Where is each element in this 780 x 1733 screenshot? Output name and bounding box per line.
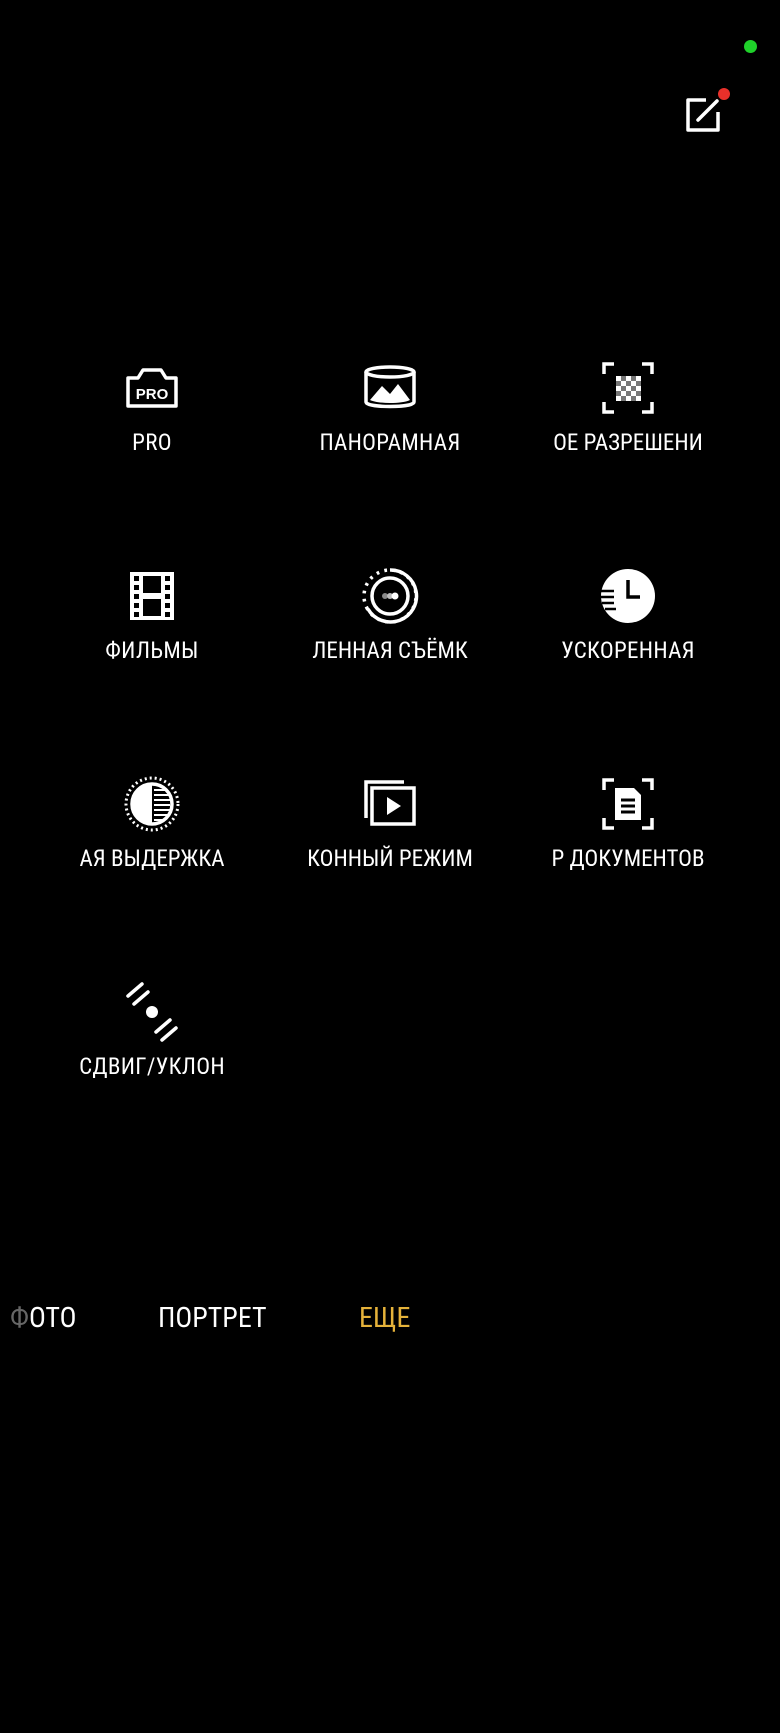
mode-label-clip: КОННЫЙ РЕЖИМ [297,845,483,877]
long-exposure-icon [120,772,184,836]
svg-text:PRO: PRO [136,386,169,403]
tab-photo-label: ОТО [28,1301,77,1334]
tilt-shift-icon [120,980,184,1044]
panorama-icon [358,356,422,420]
mode-cinematic[interactable]: КОННЫЙ РЕЖИМ [260,772,520,912]
edit-modes-button[interactable] [680,88,730,138]
tab-portrait[interactable]: ПОРТРЕТ [158,1301,267,1334]
mode-document-scan[interactable]: Р ДОКУМЕНТОВ [498,772,758,912]
mode-label-clip: ЛЕННАЯ СЪЁМК [297,637,483,669]
mode-label: ОЕ РАЗРЕШЕНИ [553,429,703,456]
camera-pro-icon: PRO [120,356,184,420]
edit-icon [686,98,720,132]
video-play-icon [358,772,422,836]
mode-label-clip: Р ДОКУМЕНТОВ [535,845,721,877]
mode-pro[interactable]: PRO PRO [22,356,282,496]
slow-motion-icon [358,564,422,628]
mode-label: ФИЛЬМЫ [105,637,199,664]
notification-dot [718,88,730,100]
mode-timelapse[interactable]: УСКОРЕННАЯ [498,564,758,704]
mode-long-exposure[interactable]: АЯ ВЫДЕРЖКА [22,772,282,912]
mode-label: Р ДОКУМЕНТОВ [551,845,705,872]
mode-slow-motion[interactable]: ЛЕННАЯ СЪЁМК [260,564,520,704]
mode-label: КОННЫЙ РЕЖИМ [307,845,473,872]
mode-label: PRO [132,429,172,456]
timelapse-icon [596,564,660,628]
mode-high-resolution[interactable]: ОЕ РАЗРЕШЕНИ [498,356,758,496]
camera-active-indicator [744,40,757,53]
mode-movies[interactable]: ФИЛЬМЫ [22,564,282,704]
camera-mode-tabs: ФОТО ПОРТРЕТ ЕЩЕ [0,1301,780,1341]
mode-label: ЛЕННАЯ СЪЁМК [312,637,468,664]
mode-label: АЯ ВЫДЕРЖКА [79,845,225,872]
film-icon [120,564,184,628]
mode-label: СДВИГ/УКЛОН [79,1053,225,1080]
mode-label: ПАНОРАМНАЯ [319,429,461,456]
mode-label-clip: АЯ ВЫДЕРЖКА [59,845,245,877]
mode-tilt-shift[interactable]: СДВИГ/УКЛОН [22,980,282,1120]
document-scan-icon [596,772,660,836]
mode-label: УСКОРЕННАЯ [561,637,695,664]
mode-label-clip: ОЕ РАЗРЕШЕНИ [535,429,721,461]
tab-photo-faded-letter: Ф [10,1301,29,1334]
tab-more[interactable]: ЕЩЕ [359,1301,410,1334]
mode-panorama[interactable]: ПАНОРАМНАЯ [260,356,520,496]
high-resolution-icon [596,356,660,420]
tab-photo[interactable]: ФОТО [10,1301,76,1334]
